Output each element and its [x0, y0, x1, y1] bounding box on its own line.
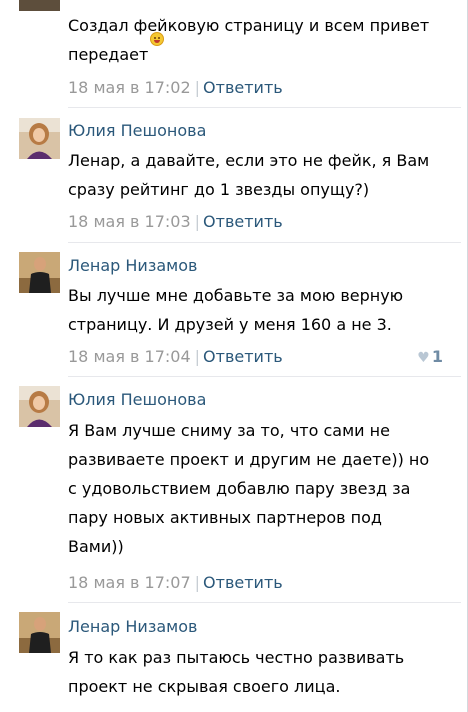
- reply-link[interactable]: Ответить: [203, 212, 283, 231]
- comment-date[interactable]: 18 мая в 17:02: [68, 78, 191, 97]
- comment-author[interactable]: Ленар Низамов: [68, 256, 197, 276]
- comment-author[interactable]: Ленар Низамов: [68, 617, 197, 637]
- comment-meta: 18 мая в 17:03 | Ответить: [68, 212, 283, 232]
- smile-emoji-icon: [150, 32, 165, 46]
- meta-divider: |: [194, 347, 201, 366]
- comment-date[interactable]: 18 мая в 17:03: [68, 212, 191, 231]
- comment-meta: 18 мая в 17:07 | Ответить: [68, 573, 283, 593]
- comment-date[interactable]: 18 мая в 17:04: [68, 347, 191, 366]
- comment-text: Я Вам лучше сниму за то, что сами не раз…: [68, 421, 430, 556]
- comment-meta: 18 мая в 17:02 | Ответить: [68, 78, 283, 98]
- comment-date[interactable]: 18 мая в 17:07: [68, 573, 191, 592]
- comment-separator: [68, 107, 461, 108]
- comment-text: Создал фейковую страницу и всем привет п…: [68, 16, 430, 64]
- comment-meta: 18 мая в 17:04 | Ответить: [68, 347, 283, 367]
- meta-divider: |: [194, 78, 201, 97]
- user-avatar-man-icon: [19, 252, 60, 293]
- user-avatar-woman-icon: [19, 386, 60, 427]
- meta-divider: |: [194, 212, 201, 231]
- user-avatar-man-icon: [19, 612, 60, 653]
- avatar[interactable]: [19, 386, 60, 427]
- comments-thread: Создал фейковую страницу и всем привет п…: [0, 0, 468, 712]
- user-avatar-woman-icon: [19, 118, 60, 159]
- comment-author[interactable]: Юлия Пешонова: [68, 390, 206, 410]
- comment-author[interactable]: Юлия Пешонова: [68, 121, 206, 141]
- comment-separator: [68, 602, 461, 603]
- like-count: 1: [431, 347, 443, 366]
- reply-link[interactable]: Ответить: [203, 347, 283, 366]
- like-button[interactable]: ♥ 1: [417, 347, 443, 368]
- comment-separator: [68, 376, 461, 377]
- comment-separator: [68, 242, 461, 243]
- avatar[interactable]: [19, 252, 60, 293]
- comment-text: Я то как раз пытаюсь честно развивать пр…: [68, 648, 405, 696]
- heart-icon: ♥: [417, 350, 430, 366]
- comment-text: Вы лучше мне добавьте за мою верную стра…: [68, 286, 404, 334]
- avatar[interactable]: [19, 0, 60, 11]
- reply-link[interactable]: Ответить: [203, 573, 283, 592]
- meta-divider: |: [194, 573, 201, 592]
- comment-text: Ленар, а давайте, если это не фейк, я Ва…: [68, 151, 430, 199]
- avatar[interactable]: [19, 118, 60, 159]
- reply-link[interactable]: Ответить: [203, 78, 283, 97]
- avatar[interactable]: [19, 612, 60, 653]
